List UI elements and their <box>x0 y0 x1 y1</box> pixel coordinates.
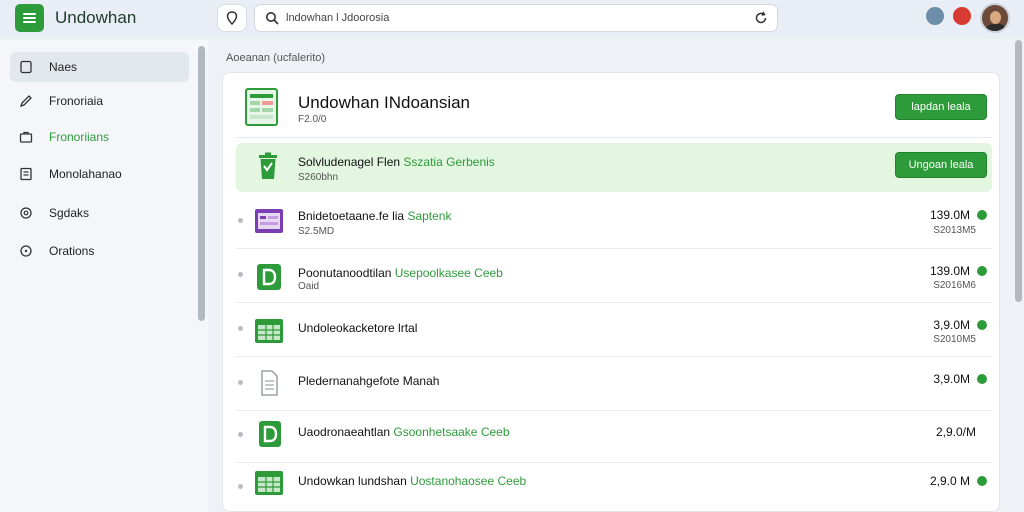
check-icon <box>977 320 987 330</box>
row-subtitle: Oaid <box>298 281 320 292</box>
page-subtitle: F2.0/0 <box>298 114 327 125</box>
row-title: Undoleokacketore lrtal <box>298 321 418 335</box>
info-icon <box>20 245 32 257</box>
header-row: Undowhan INdoansian F2.0/0 lapdan leala <box>236 83 992 138</box>
row-subtitle: S2.5MD <box>298 226 335 237</box>
row-value: 2,9.0/M <box>935 425 976 439</box>
sidebar-item-5[interactable]: Orations <box>10 236 189 266</box>
pin-icon <box>226 11 238 25</box>
highlighted-row[interactable]: Solvludenagel Flen Sszatia Gerbenis S260… <box>236 143 992 192</box>
main-scrollbar[interactable] <box>1015 40 1022 302</box>
check-icon <box>977 476 987 486</box>
sidebar-item-4[interactable]: Sgdaks <box>10 198 189 228</box>
sidebar-item-0[interactable]: Naes <box>10 52 189 82</box>
sidebar-scrollbar[interactable] <box>198 46 205 321</box>
list-item[interactable]: Uaodronaeahtlan Gsoonhetsaake Ceeb 2,9.0… <box>236 410 992 463</box>
primary-action-button[interactable]: lapdan leala <box>895 94 987 120</box>
check-icon <box>977 210 987 220</box>
settings-icon <box>20 207 32 219</box>
green-sheet-icon <box>255 319 283 343</box>
green-d-icon <box>257 264 281 290</box>
breadcrumb: Aoeanan (ucfalerito) <box>226 52 326 64</box>
pen-icon <box>19 95 32 108</box>
top-bar: Undowhan lndowhan l Jdoorosia <box>0 0 1024 38</box>
trash-icon <box>259 152 277 179</box>
secondary-action-button[interactable]: Ungoan leala <box>895 152 987 178</box>
sidebar-item-label: Sgdaks <box>49 206 90 220</box>
row-value-sub: S2010M5 <box>933 334 976 345</box>
list-item[interactable]: Undowkan lundshan Uostanohaosee Ceeb 2,9… <box>236 462 992 512</box>
sidebar-item-label: Fronoriians <box>49 130 110 144</box>
list-item[interactable]: Poonutanoodtilan Usepoolkasee Ceeb Oaid … <box>236 250 992 303</box>
row-title: Uaodronaeahtlan Gsoonhetsaake Ceeb <box>298 425 510 439</box>
highlight-title: Solvludenagel Flen Sszatia Gerbenis <box>298 155 495 169</box>
sidebar-item-label: Naes <box>49 60 78 74</box>
menu-icon <box>23 13 36 23</box>
check-icon <box>977 374 987 384</box>
row-title: Undowkan lundshan Uostanohaosee Ceeb <box>298 474 527 488</box>
green-sheet-icon <box>255 471 283 495</box>
list-item[interactable]: Bnidetoetaane.fe lia Saptenk S2.5MD 139.… <box>236 196 992 249</box>
doc-icon <box>261 370 278 396</box>
sidebar-item-1[interactable]: Fronoriaia <box>10 86 189 116</box>
spreadsheet-icon <box>245 88 278 126</box>
document-icon <box>20 60 32 74</box>
list-item[interactable]: Undoleokacketore lrtal 3,9.0M S2010M5 <box>236 304 992 357</box>
location-button[interactable] <box>217 4 247 32</box>
avatar[interactable] <box>980 3 1010 33</box>
list-item[interactable]: Pledernanahgefote Manah 3,9.0M <box>236 358 992 411</box>
hamburger-menu-button[interactable] <box>15 4 44 32</box>
refresh-icon[interactable] <box>754 11 768 25</box>
page-title: Undowhan INdoansian <box>298 93 471 112</box>
user-status-icon[interactable] <box>926 7 944 25</box>
green-d-icon <box>259 421 281 447</box>
row-value: 139.0M <box>929 264 970 278</box>
sidebar-item-label: Monolahanao <box>49 167 122 181</box>
sidebar-item-3[interactable]: Monolahanao <box>10 159 189 189</box>
check-icon <box>977 266 987 276</box>
row-value: 2,9.0 M <box>929 474 970 488</box>
receipt-icon <box>20 167 32 181</box>
search-input[interactable]: lndowhan l Jdoorosia <box>254 4 778 32</box>
search-text: lndowhan l Jdoorosia <box>286 12 390 24</box>
purple-sheet-icon <box>255 209 283 233</box>
briefcase-icon <box>19 131 33 143</box>
row-value-sub: S2013M5 <box>933 225 976 236</box>
sidebar-item-label: Orations <box>49 244 95 258</box>
search-icon <box>266 12 279 25</box>
row-title: Poonutanoodtilan Usepoolkasee Ceeb <box>298 266 503 280</box>
app-title: Undowhan <box>55 8 137 27</box>
highlight-subtitle: S260bhn <box>298 172 339 183</box>
row-value: 3,9.0M <box>933 372 970 386</box>
row-value: 3,9.0M <box>933 318 970 332</box>
sidebar: Naes Fronoriaia Fronoriians Monolahanao … <box>0 40 208 512</box>
row-title: Bnidetoetaane.fe lia Saptenk <box>298 209 452 223</box>
row-value-sub: S2016M6 <box>933 280 976 291</box>
row-title: Pledernanahgefote Manah <box>298 374 440 388</box>
row-value: 139.0M <box>929 208 970 222</box>
notification-icon[interactable] <box>953 7 971 25</box>
sidebar-item-label: Fronoriaia <box>49 94 104 108</box>
sidebar-item-2[interactable]: Fronoriians <box>10 122 189 152</box>
